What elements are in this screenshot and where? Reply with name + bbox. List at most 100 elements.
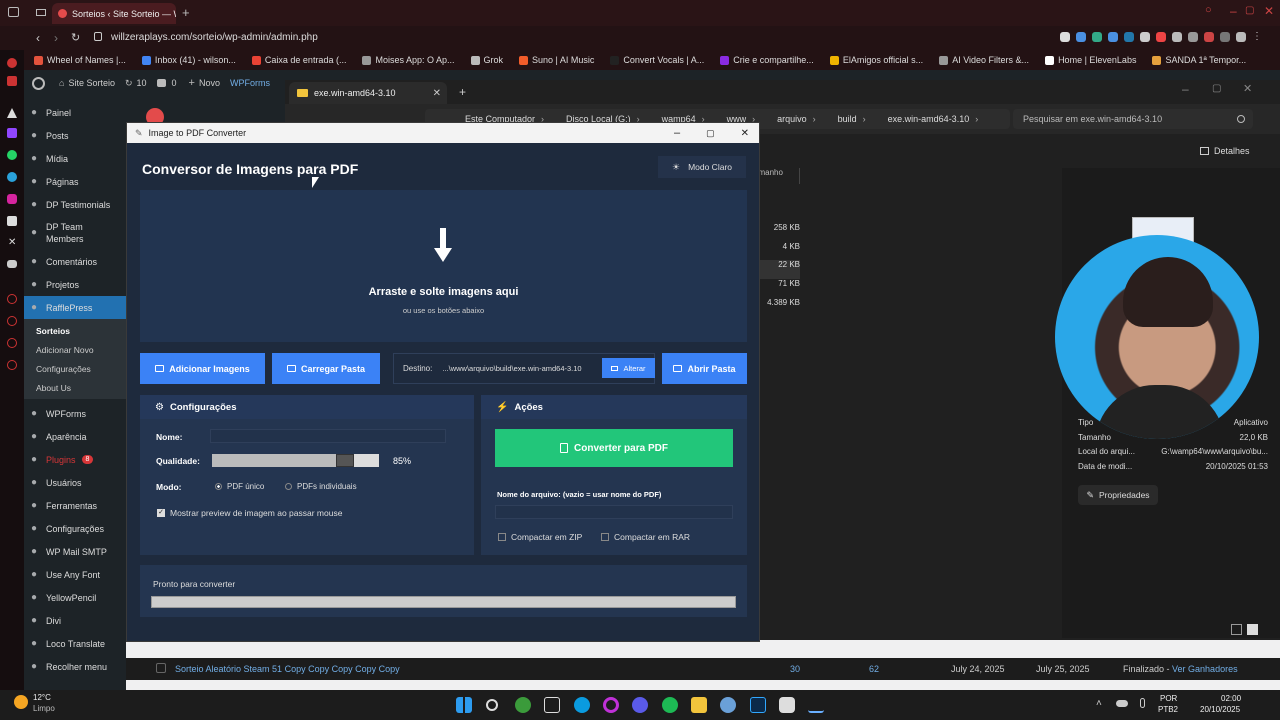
x-icon[interactable]: ✕ bbox=[8, 237, 16, 248]
zip-checkbox[interactable]: Compactar em ZIP bbox=[498, 532, 582, 542]
add-images-button[interactable]: Adicionar Imagens bbox=[140, 353, 265, 384]
app-icon[interactable] bbox=[632, 697, 648, 713]
wp-submenu-item[interactable]: Configurações bbox=[24, 359, 126, 378]
site-info-icon[interactable] bbox=[94, 32, 102, 41]
menu-icon[interactable]: ⋮ bbox=[1252, 32, 1262, 42]
wp-menu-item[interactable]: ● DP Testimonials bbox=[24, 193, 126, 216]
extension-icon[interactable] bbox=[1060, 32, 1070, 42]
bookmark-item[interactable]: Moises App: O Ap... bbox=[362, 55, 455, 65]
dialog-close-icon[interactable]: ✕ bbox=[741, 128, 749, 139]
lang-layout[interactable]: PTB2 bbox=[1158, 705, 1178, 714]
wp-menu-item[interactable]: ● Páginas bbox=[24, 170, 126, 193]
updates-icon[interactable]: ↻ bbox=[125, 78, 133, 89]
preview-checkbox[interactable]: ✓ Mostrar preview de imagem ao passar mo… bbox=[157, 508, 342, 518]
photoshop-icon[interactable] bbox=[750, 697, 766, 713]
search-icon[interactable] bbox=[486, 699, 498, 711]
app-icon[interactable] bbox=[720, 697, 736, 713]
sidebar-app-icon[interactable] bbox=[7, 58, 17, 68]
wp-submenu-item[interactable]: Adicionar Novo bbox=[24, 340, 126, 359]
bookmark-item[interactable]: AI Video Filters &... bbox=[939, 55, 1029, 65]
window-maximize-icon[interactable]: ▢ bbox=[1245, 5, 1254, 16]
extension-icon[interactable] bbox=[1236, 32, 1246, 42]
extension-icon[interactable] bbox=[1092, 32, 1102, 42]
bookmark-item[interactable]: Wheel of Names |... bbox=[34, 55, 126, 65]
site-name-link[interactable]: Site Sorteio bbox=[68, 78, 115, 88]
file-size[interactable]: 258 KB bbox=[755, 223, 800, 242]
file-size[interactable]: 4 KB bbox=[755, 242, 800, 261]
convert-button[interactable]: Converter para PDF bbox=[495, 429, 733, 467]
extension-icon[interactable] bbox=[1204, 32, 1214, 42]
twitch-icon[interactable] bbox=[7, 128, 17, 138]
telegram-icon[interactable] bbox=[7, 172, 17, 182]
feather-app-icon[interactable] bbox=[808, 697, 824, 713]
explorer-close-icon[interactable]: ✕ bbox=[1243, 82, 1252, 95]
wpforms-link[interactable]: WPForms bbox=[230, 78, 270, 88]
sidebar-app-icon[interactable] bbox=[7, 338, 17, 348]
instagram-icon[interactable] bbox=[7, 194, 17, 204]
wp-menu-item[interactable]: ● WP Mail SMTP bbox=[24, 540, 126, 563]
wp-menu-item[interactable]: ● YellowPencil bbox=[24, 586, 126, 609]
forward-icon[interactable]: › bbox=[54, 31, 58, 45]
explorer-tab[interactable]: exe.win-amd64-3.10 ✕ bbox=[289, 82, 447, 104]
bookmark-item[interactable]: Inbox (41) - wilson... bbox=[141, 55, 236, 65]
bookmark-item[interactable]: Crie e compartilhe... bbox=[720, 55, 814, 65]
wp-menu-item[interactable]: ● Comentários bbox=[24, 250, 126, 273]
new-icon[interactable]: + bbox=[189, 77, 195, 89]
clock-time[interactable]: 02:00 bbox=[1221, 694, 1241, 703]
extension-icon[interactable] bbox=[1124, 32, 1134, 42]
url-field[interactable]: willzeraplays.com/sorteio/wp-admin/admin… bbox=[111, 32, 318, 43]
view-details-icon[interactable] bbox=[1231, 624, 1242, 635]
sidebar-app-icon[interactable] bbox=[7, 76, 17, 86]
extension-icon[interactable] bbox=[1108, 32, 1118, 42]
filename-input[interactable] bbox=[495, 505, 733, 519]
wp-menu-item[interactable]: ● Painel bbox=[24, 101, 126, 124]
opera-icon[interactable] bbox=[603, 697, 619, 713]
spotify-icon[interactable] bbox=[662, 697, 678, 713]
sidebar-app-icon[interactable] bbox=[7, 360, 17, 370]
drop-zone[interactable]: Arraste e solte imagens aqui ou use os b… bbox=[140, 190, 747, 342]
wp-menu-item[interactable]: ● Divi bbox=[24, 609, 126, 632]
extension-icon[interactable] bbox=[1172, 32, 1182, 42]
wp-menu-item[interactable]: ● Usuários bbox=[24, 471, 126, 494]
explorer-maximize-icon[interactable]: ▢ bbox=[1212, 83, 1221, 94]
bookmark-item[interactable]: SANDA 1ª Tempor... bbox=[1152, 55, 1246, 65]
load-folder-button[interactable]: Carregar Pasta bbox=[272, 353, 380, 384]
bookmark-item[interactable]: Convert Vocals | A... bbox=[610, 55, 704, 65]
sidebar-app-icon[interactable] bbox=[7, 294, 17, 304]
comments-icon[interactable] bbox=[156, 79, 166, 87]
wp-menu-item[interactable]: ● RafflePress bbox=[24, 296, 126, 319]
clock-date[interactable]: 20/10/2025 bbox=[1200, 705, 1240, 714]
wp-submenu-item[interactable]: Sorteios bbox=[24, 321, 126, 340]
wp-menu-item[interactable]: ● Configurações bbox=[24, 517, 126, 540]
comments-count[interactable]: 0 bbox=[172, 78, 177, 88]
size-column-header[interactable]: Tamanho bbox=[760, 168, 800, 184]
new-tab-icon[interactable]: + bbox=[459, 85, 466, 99]
extension-icon[interactable] bbox=[1076, 32, 1086, 42]
lang-code[interactable]: POR bbox=[1160, 694, 1177, 703]
breadcrumb-item[interactable]: arquivo bbox=[777, 114, 807, 124]
winners-link[interactable]: Ver Ganhadores bbox=[1172, 664, 1238, 674]
wordpress-logo-icon[interactable] bbox=[32, 76, 45, 90]
mode-single-radio[interactable]: PDF único bbox=[215, 482, 264, 491]
wp-menu-item[interactable]: ● Ferramentas bbox=[24, 494, 126, 517]
new-tab-icon[interactable]: + bbox=[182, 5, 190, 20]
mode-multi-radio[interactable]: PDFs individuais bbox=[285, 482, 357, 491]
extension-icon[interactable] bbox=[1140, 32, 1150, 42]
tray-chevron-icon[interactable]: ˄ bbox=[1096, 698, 1102, 709]
bookmark-item[interactable]: ElAmigos official s... bbox=[829, 55, 923, 65]
quality-slider-thumb[interactable] bbox=[335, 454, 354, 467]
wp-menu-item[interactable]: ● Use Any Font bbox=[24, 563, 126, 586]
edge-icon[interactable] bbox=[574, 697, 590, 713]
file-explorer-icon[interactable] bbox=[691, 697, 707, 713]
wp-menu-item[interactable]: ● WPForms bbox=[24, 402, 126, 425]
file-size[interactable]: 22 KB bbox=[755, 260, 800, 280]
file-size[interactable]: 4.389 KB bbox=[755, 298, 800, 317]
reload-icon[interactable]: ↻ bbox=[71, 31, 80, 44]
mic-icon[interactable] bbox=[1140, 698, 1145, 708]
rar-checkbox[interactable]: Compactar em RAR bbox=[601, 532, 690, 542]
sidebar-toggle-icon[interactable] bbox=[8, 7, 19, 17]
onedrive-icon[interactable] bbox=[1116, 700, 1128, 707]
close-tab-icon[interactable]: ✕ bbox=[433, 88, 441, 99]
weather-temp[interactable]: 12°C bbox=[33, 693, 51, 702]
breadcrumb-item[interactable]: exe.win-amd64-3.10 bbox=[888, 114, 970, 124]
